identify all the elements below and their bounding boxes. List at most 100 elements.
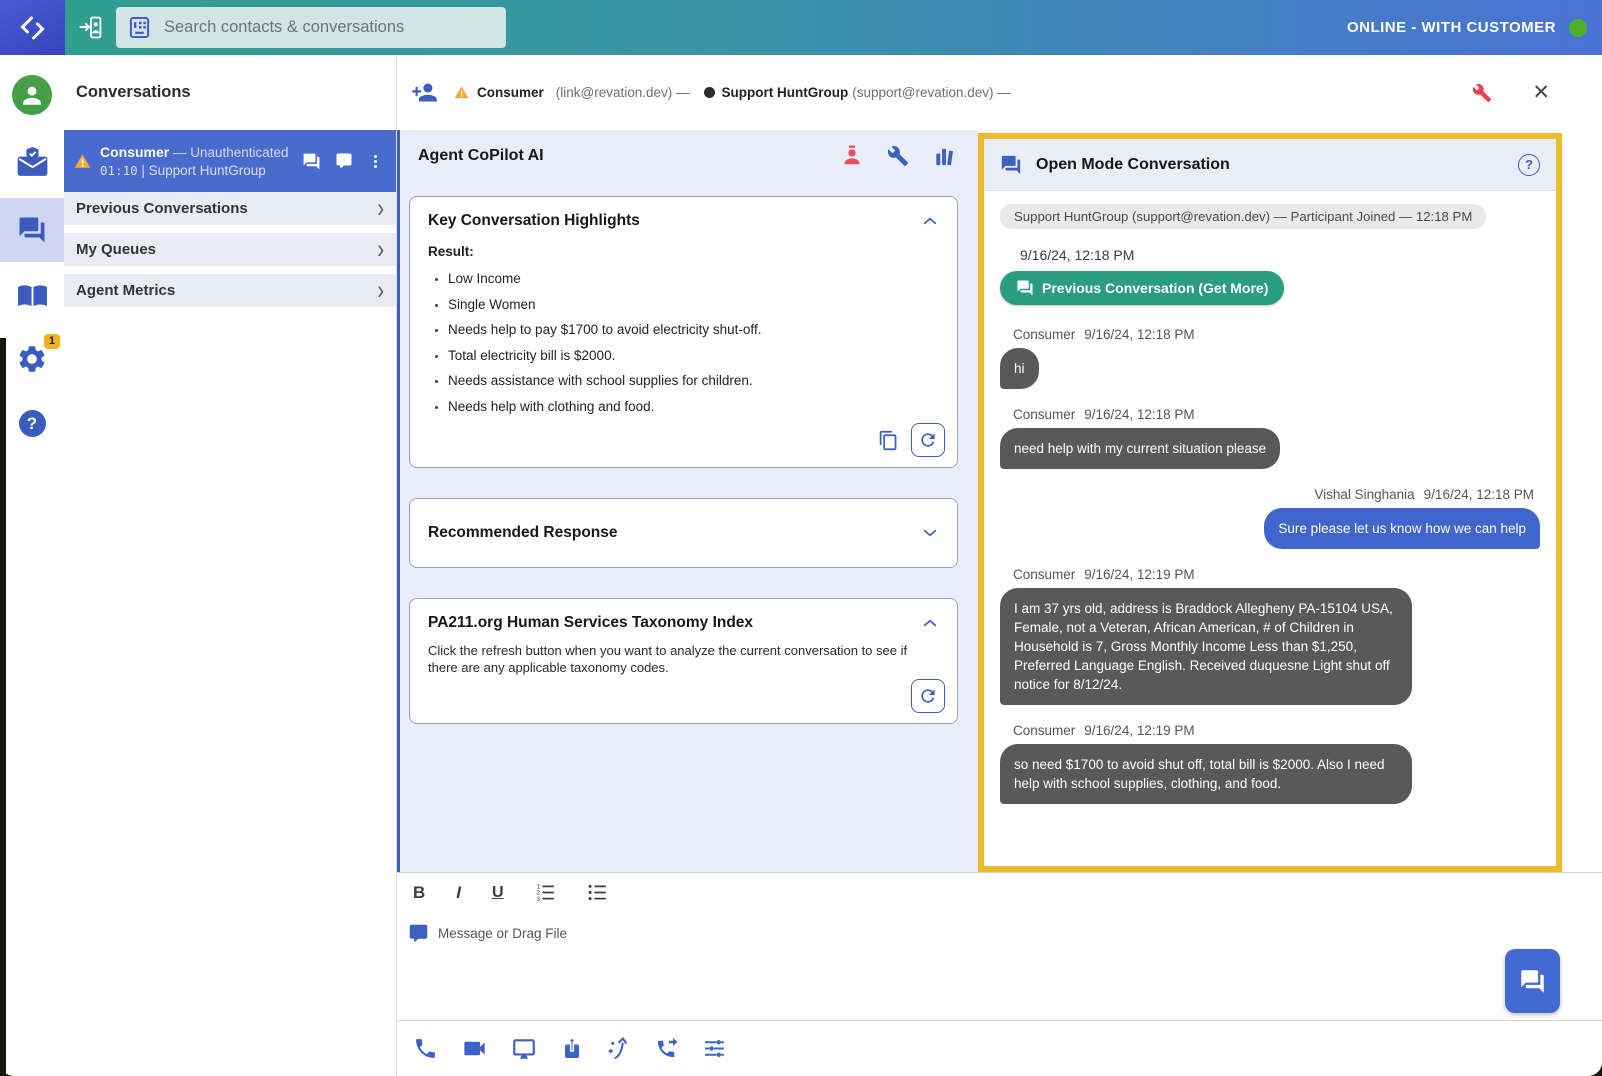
message-bubble: need help with my current situation plea… — [1000, 428, 1280, 469]
chat-date-label: 9/16/24, 12:18 PM — [1020, 247, 1540, 263]
forum-icon — [1016, 279, 1034, 297]
chevron-right-icon: › — [377, 195, 384, 222]
agent-status[interactable]: ONLINE - WITH CUSTOMER — [1347, 19, 1602, 37]
chat-message: Vishal Singhania9/16/24, 12:18 PM Sure pl… — [1000, 487, 1540, 549]
bar-chart-icon[interactable] — [933, 145, 956, 168]
chat-messages: Consumer 9/16/24, 12:18 PM hi Consumer9/16/… — [1000, 327, 1540, 804]
dialpad-icon[interactable] — [128, 16, 151, 39]
icon-rail: 1 ? — [0, 55, 64, 1076]
bullet-list-icon[interactable] — [587, 882, 608, 903]
copilot-panel: Agent CoPilot AI Key Conversation Highli… — [397, 130, 978, 872]
chat-transcript[interactable]: Support HuntGroup (support@revation.dev)… — [984, 191, 1556, 866]
sidebar-section-previous-conversations[interactable]: Previous Conversations › — [64, 192, 396, 225]
taxonomy-body: Click the refresh button when you want t… — [428, 642, 939, 676]
phone-icon[interactable] — [413, 1036, 438, 1061]
message-meta: Consumer9/16/24, 12:19 PM — [1013, 723, 1195, 738]
participant-consumer-name[interactable]: Consumer — [477, 85, 544, 100]
app-window: ONLINE - WITH CUSTOMER — [0, 0, 1602, 1076]
ordered-list-icon[interactable] — [535, 882, 556, 903]
close-icon[interactable]: ✕ — [1532, 82, 1550, 103]
forum-icon — [1519, 968, 1546, 995]
chevron-right-icon: › — [377, 277, 384, 304]
video-icon[interactable] — [461, 1035, 488, 1062]
sidebar-section-agent-metrics[interactable]: Agent Metrics › — [64, 274, 396, 307]
person-add-icon[interactable] — [411, 79, 438, 106]
system-event-pill: Support HuntGroup (support@revation.dev)… — [1000, 204, 1486, 229]
share-icon[interactable] — [560, 1037, 584, 1061]
desktop-background-sliver — [0, 338, 6, 1076]
underline-button[interactable]: U — [492, 884, 504, 902]
section-label: Agent Metrics — [76, 282, 175, 299]
person-icon — [19, 82, 45, 108]
participant-support-name[interactable]: Support HuntGroup — [722, 85, 849, 100]
message-sender: Vishal Singhania — [1314, 487, 1414, 502]
sidebar-item-inbox[interactable] — [0, 147, 64, 180]
search-input[interactable] — [162, 17, 494, 38]
message-sender: Consumer — [1013, 327, 1075, 342]
message-bubble: so need $1700 to avoid shut off, total b… — [1000, 744, 1412, 804]
chevron-up-icon[interactable] — [921, 614, 939, 632]
wrench-icon[interactable] — [1472, 83, 1492, 103]
chevron-down-icon[interactable] — [921, 524, 939, 542]
forum-icon — [1000, 154, 1022, 176]
sidebar-section-my-queues[interactable]: My Queues› — [64, 233, 396, 266]
highlight-bullet: Total electricity bill is $2000. — [448, 348, 939, 363]
copy-icon[interactable] — [878, 430, 899, 451]
conversations-title: Conversations — [76, 83, 191, 102]
conversation-list-item-selected[interactable]: Consumer — Unauthenticated 01:10 | Suppo… — [64, 130, 396, 192]
top-bar: ONLINE - WITH CUSTOMER — [0, 0, 1602, 55]
send-message-button[interactable] — [1505, 949, 1560, 1013]
wrench-icon[interactable] — [887, 145, 909, 167]
section-label: Previous Conversations — [76, 200, 248, 217]
help-icon[interactable]: ? — [1518, 154, 1540, 176]
italic-button[interactable]: I — [456, 883, 461, 903]
participants-header: Consumer (link@revation.dev) — Support H… — [397, 55, 1602, 130]
help-icon: ? — [19, 410, 46, 437]
ai-transfer-icon[interactable] — [607, 1036, 632, 1061]
participant-consumer-detail: (link@revation.dev) — — [556, 85, 690, 100]
conversation-queue: Support HuntGroup — [149, 163, 266, 178]
result-label: Result: — [428, 244, 939, 259]
screen-share-icon[interactable] — [511, 1036, 537, 1062]
status-text: ONLINE - WITH CUSTOMER — [1347, 19, 1556, 36]
conversation-status: — Unauthenticated — [169, 145, 288, 160]
chevron-right-icon: › — [377, 236, 384, 263]
person-remove-icon[interactable] — [841, 145, 863, 167]
message-input[interactable]: Message or Drag File — [408, 923, 1602, 944]
bold-button[interactable]: B — [413, 883, 425, 903]
recommended-card[interactable]: Recommended Response — [409, 498, 958, 568]
message-bubble: hi — [1000, 348, 1039, 389]
conversations-panel: Conversations Consumer — Unauthenticated… — [64, 55, 397, 1076]
search-box[interactable] — [116, 7, 506, 48]
chat-bubble-icon[interactable] — [335, 152, 353, 170]
message-bubble: I am 37 yrs old, address is Braddock All… — [1000, 588, 1412, 705]
tune-icon[interactable] — [702, 1036, 727, 1061]
refresh-button[interactable] — [911, 679, 945, 713]
sidebar-item-profile[interactable] — [0, 75, 64, 115]
forum-icon[interactable] — [302, 152, 321, 171]
message-time: 9/16/24, 12:19 PM — [1084, 723, 1194, 738]
highlights-card: Key Conversation Highlights Result: Low … — [409, 196, 958, 468]
refresh-button[interactable] — [911, 423, 945, 457]
sidebar-item-help[interactable]: ? — [0, 410, 64, 437]
sidebar-item-directory[interactable] — [0, 279, 64, 312]
app-logo[interactable] — [0, 0, 65, 55]
copilot-title: Agent CoPilot AI — [418, 147, 544, 165]
previous-conversation-button[interactable]: Previous Conversation (Get More) — [1000, 271, 1284, 305]
enter-contact-icon[interactable] — [78, 15, 103, 40]
highlight-bullet: Needs help with clothing and food. — [448, 399, 939, 414]
chevron-up-icon[interactable] — [921, 212, 939, 230]
sidebar-item-conversations[interactable] — [0, 198, 64, 262]
chat-message: Consumer9/16/24, 12:19 PM I am 37 yrs old… — [1000, 567, 1540, 705]
message-meta: Vishal Singhania9/16/24, 12:18 PM — [1314, 487, 1534, 502]
message-bubble: Sure please let us know how we can help — [1264, 508, 1540, 549]
chats-icon — [17, 215, 47, 245]
sidebar-item-settings[interactable]: 1 — [0, 343, 64, 375]
avatar — [12, 75, 52, 115]
message-time: 9/16/24, 12:18 PM — [1084, 327, 1194, 342]
message-time: 9/16/24, 12:18 PM — [1084, 407, 1194, 422]
taxonomy-card: PA211.org Human Services Taxonomy Index … — [409, 598, 958, 724]
more-vert-icon[interactable] — [367, 153, 384, 170]
phone-forward-icon[interactable] — [655, 1037, 679, 1061]
message-meta: Consumer9/16/24, 12:19 PM — [1013, 567, 1195, 582]
